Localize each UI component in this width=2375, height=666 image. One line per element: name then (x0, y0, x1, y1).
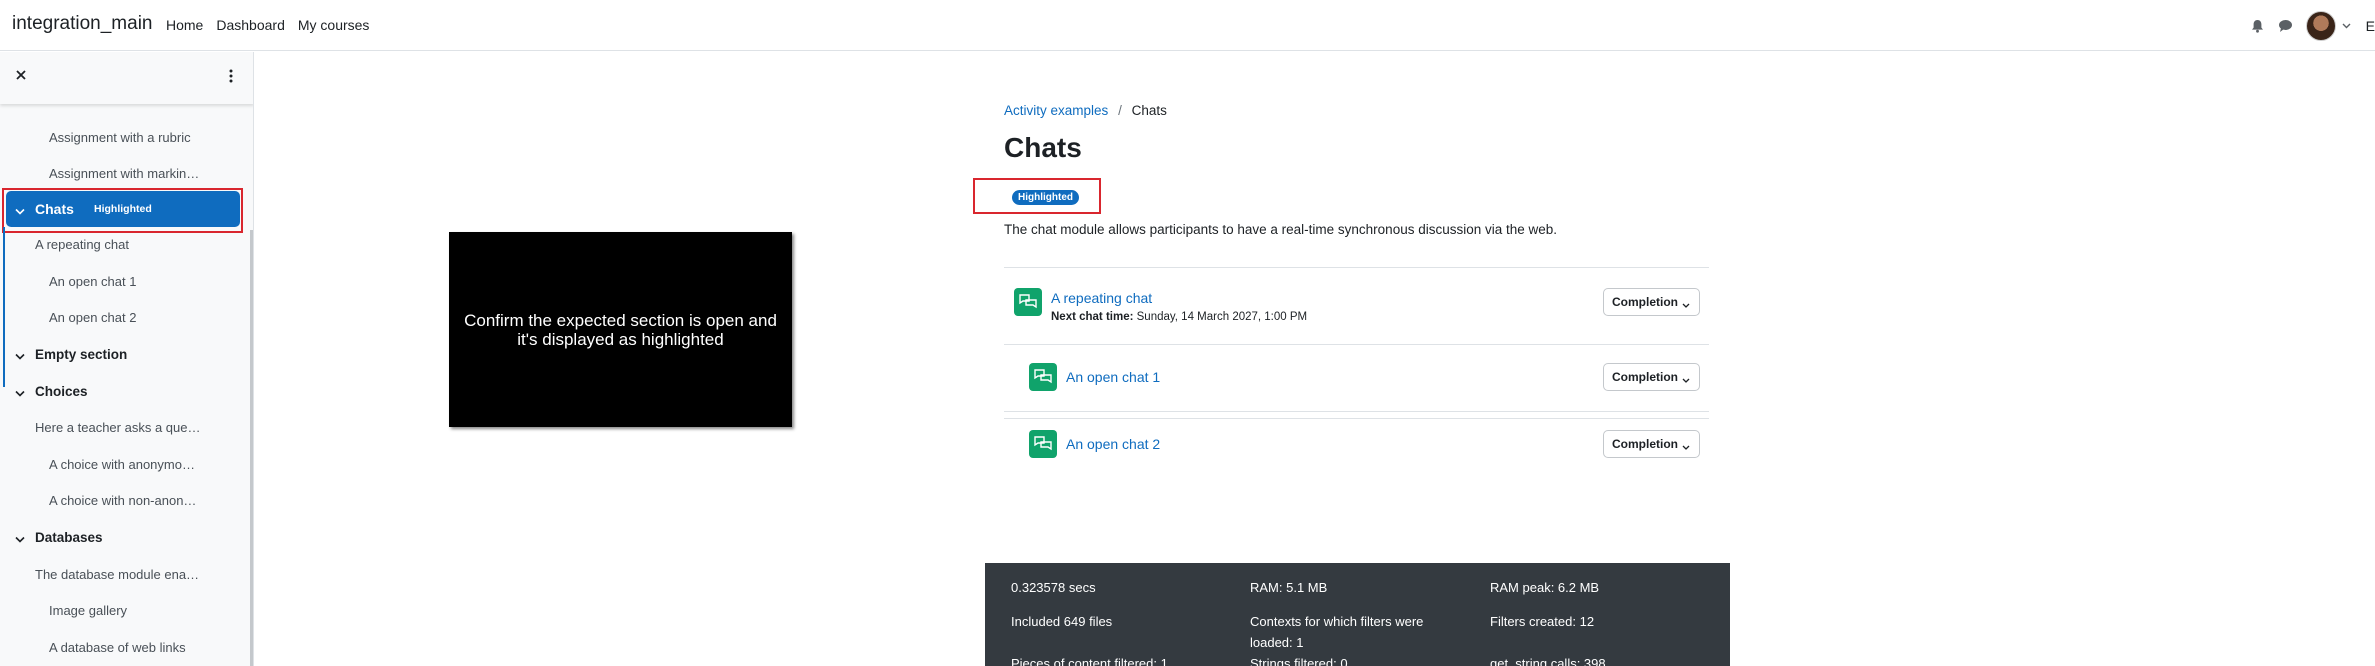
activity-link-repeating-chat[interactable]: A repeating chat (1051, 290, 1152, 306)
performance-footer: 0.323578 secs Included 649 files Pieces … (985, 563, 1730, 666)
activity-next-chat-time: Next chat time: Sunday, 14 March 2027, 1… (1051, 311, 1307, 323)
drawer-item-assignment-marking[interactable]: Assignment with markin… (0, 162, 253, 186)
close-icon[interactable] (14, 67, 32, 85)
highlight-annotation-drawer (2, 188, 243, 233)
drawer-item-database-intro[interactable]: The database module ena… (0, 563, 253, 587)
user-menu-label[interactable]: E (2366, 18, 2375, 34)
message-icon[interactable] (2278, 18, 2294, 34)
user-avatar[interactable] (2305, 10, 2336, 41)
divider (1004, 344, 1709, 345)
nav-link-dashboard[interactable]: Dashboard (216, 17, 285, 33)
footer-pieces-filtered: Pieces of content filtered: 1 (1011, 656, 1168, 666)
top-navbar: integration_main Home Dashboard My cours… (0, 0, 2375, 51)
user-navigation: E (2250, 0, 2375, 51)
drawer-item-image-gallery[interactable]: Image gallery (0, 599, 253, 623)
activity-link-open-chat-1[interactable]: An open chat 1 (1066, 369, 1160, 385)
divider (1004, 267, 1709, 268)
chevron-down-icon (15, 532, 25, 543)
completion-label: Completion (1612, 295, 1678, 309)
footer-contexts-line2: loaded: 1 (1250, 635, 1304, 650)
chat-icon[interactable] (1029, 363, 1057, 391)
page-title: Chats (1004, 132, 1082, 163)
completion-label: Completion (1612, 437, 1678, 451)
footer-strings-filtered: Strings filtered: 0 (1250, 656, 1348, 666)
primary-navigation: Home Dashboard My courses (166, 17, 382, 33)
section-databases[interactable]: Databases (0, 526, 253, 550)
kebab-menu-icon[interactable] (222, 67, 240, 85)
chevron-down-icon[interactable] (2342, 18, 2352, 34)
drawer-item-assignment-rubric[interactable]: Assignment with a rubric (0, 126, 253, 150)
footer-included-files: Included 649 files (1011, 614, 1113, 629)
divider (1004, 411, 1709, 412)
next-chat-time-value: Sunday, 14 March 2027, 1:00 PM (1136, 311, 1308, 323)
section-summary: The chat module allows participants to h… (1004, 222, 1558, 237)
next-chat-time-label: Next chat time: (1051, 311, 1134, 323)
footer-filters-created: Filters created: 12 (1490, 614, 1595, 629)
section-empty[interactable]: Empty section (0, 343, 253, 367)
chevron-down-icon (1682, 373, 1690, 383)
drawer-item-repeating-chat[interactable]: A repeating chat (0, 233, 253, 257)
nav-link-my-courses[interactable]: My courses (298, 17, 370, 33)
chat-icon[interactable] (1014, 288, 1042, 316)
footer-contexts-line1: Contexts for which filters were (1250, 614, 1424, 629)
breadcrumb: Activity examples / Chats (1004, 103, 1167, 118)
nav-link-home[interactable]: Home (166, 17, 203, 33)
footer-get-string-calls: get_string calls: 398 (1490, 656, 1606, 666)
chevron-down-icon (15, 386, 25, 397)
drawer-item-web-links[interactable]: A database of web links (0, 636, 253, 660)
completion-label: Completion (1612, 370, 1678, 384)
drawer-scrollbar[interactable] (250, 230, 253, 666)
chevron-down-icon (15, 349, 25, 360)
bell-icon[interactable] (2250, 18, 2266, 34)
drawer-header (0, 52, 253, 104)
completion-button-repeating-chat[interactable]: Completion (1603, 288, 1700, 316)
drawer-item-choice-anonymous[interactable]: A choice with anonymo… (0, 453, 253, 477)
course-index-drawer: Assignment with a rubric Assignment with… (0, 52, 254, 666)
breadcrumb-separator: / (1118, 103, 1122, 118)
site-name[interactable]: integration_main (12, 13, 152, 35)
drawer-item-choice-question[interactable]: Here a teacher asks a que… (0, 416, 253, 440)
breadcrumb-activity-examples[interactable]: Activity examples (1004, 103, 1108, 118)
footer-time: 0.323578 secs (1011, 580, 1096, 595)
footer-ram-peak: RAM peak: 6.2 MB (1490, 580, 1600, 595)
chevron-down-icon (1682, 298, 1690, 308)
divider (1004, 418, 1709, 419)
breadcrumb-current: Chats (1131, 103, 1167, 118)
drawer-item-choice-non-anonymous[interactable]: A choice with non-anon… (0, 489, 253, 513)
activity-link-open-chat-2[interactable]: An open chat 2 (1066, 436, 1160, 452)
section-choices[interactable]: Choices (0, 380, 253, 404)
test-note-overlay: Confirm the expected section is open and… (449, 232, 792, 427)
completion-button-open-chat-2[interactable]: Completion (1603, 430, 1700, 458)
chat-icon[interactable] (1029, 430, 1057, 458)
footer-ram: RAM: 5.1 MB (1250, 580, 1328, 595)
drawer-item-open-chat-2[interactable]: An open chat 2 (0, 306, 253, 330)
highlighted-badge: Highlighted (1012, 190, 1079, 205)
chevron-down-icon (1682, 440, 1690, 450)
completion-button-open-chat-1[interactable]: Completion (1603, 363, 1700, 391)
drawer-item-open-chat-1[interactable]: An open chat 1 (0, 270, 253, 294)
